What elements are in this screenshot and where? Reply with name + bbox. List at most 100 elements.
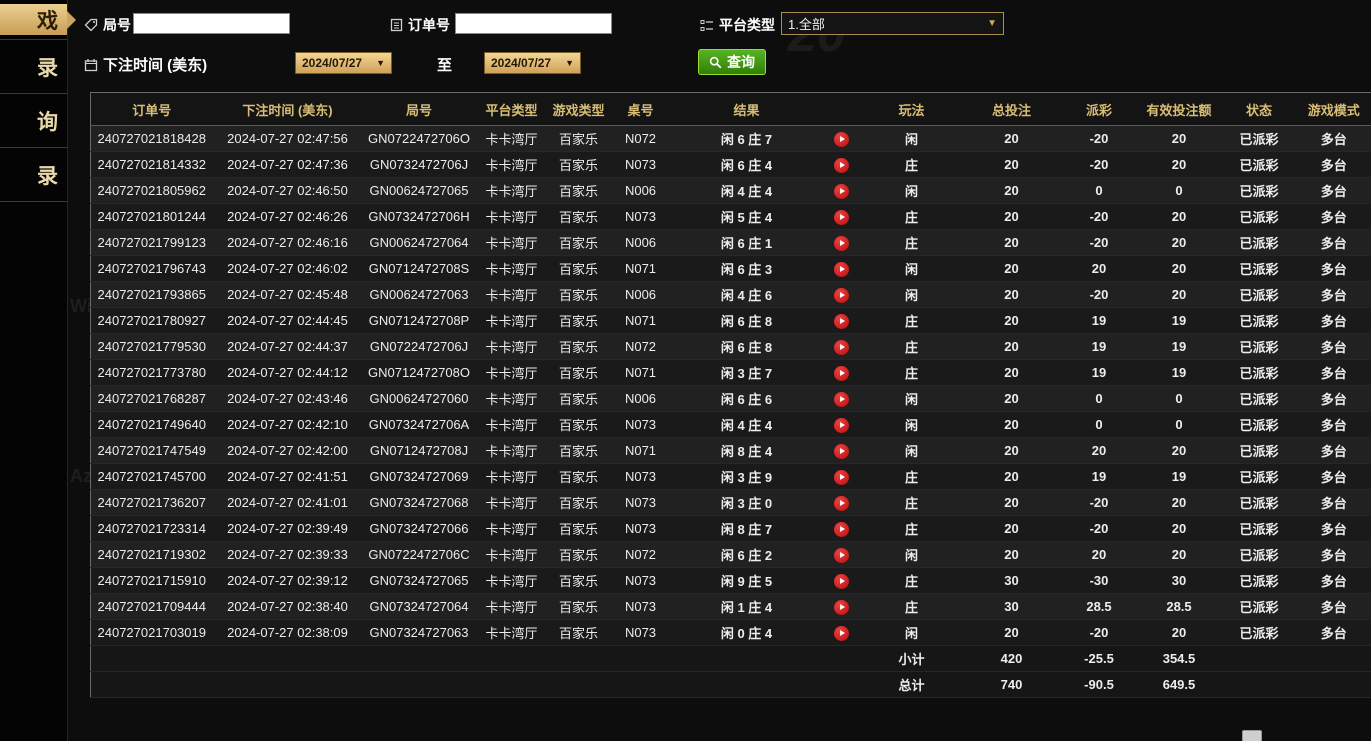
play-result-icon[interactable]	[834, 366, 849, 381]
cell-table_no: N073	[610, 204, 672, 230]
cell-mode: 多台	[1297, 568, 1371, 594]
sidebar-item-record-2[interactable]: 录	[0, 148, 67, 202]
play-result-icon[interactable]	[834, 132, 849, 147]
play-result-icon[interactable]	[834, 392, 849, 407]
cell-result: 闲 6 庄 1	[672, 230, 822, 256]
platform-type-label-group: 平台类型	[700, 15, 775, 35]
sidebar-item-query[interactable]: 询	[0, 94, 67, 148]
cell-game_type: 百家乐	[548, 412, 610, 438]
round-number-input[interactable]	[133, 13, 290, 34]
cell-wanfa: 闲	[862, 178, 962, 204]
table-row: 2407270217457002024-07-27 02:41:51GN0732…	[91, 464, 1371, 490]
cell-total_bet: 20	[962, 178, 1062, 204]
round-number-label: 局号	[103, 15, 131, 35]
cell-mode: 多台	[1297, 256, 1371, 282]
order-number-input[interactable]	[455, 13, 612, 34]
cell-mode: 多台	[1297, 490, 1371, 516]
table-row: 2407270218143322024-07-27 02:47:36GN0732…	[91, 152, 1371, 178]
cell-total_bet: 20	[962, 464, 1062, 490]
cell-status: 已派彩	[1222, 620, 1297, 646]
play-result-icon[interactable]	[834, 600, 849, 615]
subtotal-row: 小计420-25.5354.5	[91, 646, 1371, 672]
cell-platform: 卡卡湾厅	[476, 256, 548, 282]
play-result-icon[interactable]	[834, 444, 849, 459]
summary-payout: -25.5	[1062, 646, 1137, 672]
cell-game_type: 百家乐	[548, 282, 610, 308]
table-row: 2407270217809272024-07-27 02:44:45GN0712…	[91, 308, 1371, 334]
cell-order_id: 240727021779530	[91, 334, 213, 360]
play-result-icon[interactable]	[834, 236, 849, 251]
cell-game_type: 百家乐	[548, 204, 610, 230]
table-row: 2407270217193022024-07-27 02:39:33GN0722…	[91, 542, 1371, 568]
play-result-icon[interactable]	[834, 574, 849, 589]
date-from-select[interactable]: 2024/07/27 ▼	[295, 52, 392, 74]
play-result-icon[interactable]	[834, 184, 849, 199]
sidebar-item-record-1[interactable]: 录	[0, 40, 67, 94]
cell-bet_time: 2024-07-27 02:39:49	[213, 516, 363, 542]
play-result-icon[interactable]	[834, 210, 849, 225]
cell-platform: 卡卡湾厅	[476, 360, 548, 386]
cell-total_bet: 20	[962, 334, 1062, 360]
cell-valid_bet: 0	[1137, 178, 1222, 204]
cell-order_id: 240727021818428	[91, 126, 213, 152]
play-result-icon[interactable]	[834, 288, 849, 303]
play-triangle	[840, 240, 845, 246]
cell-table_no: N072	[610, 334, 672, 360]
play-result-icon[interactable]	[834, 340, 849, 355]
table-row: 2407270217991232024-07-27 02:46:16GN0062…	[91, 230, 1371, 256]
cell-wanfa: 闲	[862, 256, 962, 282]
cell-wanfa: 闲	[862, 438, 962, 464]
cell-valid_bet: 20	[1137, 516, 1222, 542]
cell-game_type: 百家乐	[548, 152, 610, 178]
play-result-icon[interactable]	[834, 262, 849, 277]
table-row: 2407270217496402024-07-27 02:42:10GN0732…	[91, 412, 1371, 438]
pager-button[interactable]	[1242, 730, 1262, 741]
date-to-select[interactable]: 2024/07/27 ▼	[484, 52, 581, 74]
cell-payout: -20	[1062, 126, 1137, 152]
cell-payout: -20	[1062, 152, 1137, 178]
play-result-icon[interactable]	[834, 496, 849, 511]
cell-bet_time: 2024-07-27 02:42:00	[213, 438, 363, 464]
table-row: 2407270217094442024-07-27 02:38:40GN0732…	[91, 594, 1371, 620]
cell-mode: 多台	[1297, 282, 1371, 308]
cell-platform: 卡卡湾厅	[476, 568, 548, 594]
table-row: 2407270217795302024-07-27 02:44:37GN0722…	[91, 334, 1371, 360]
cell-bet_time: 2024-07-27 02:38:09	[213, 620, 363, 646]
play-result-icon[interactable]	[834, 314, 849, 329]
play-result-icon[interactable]	[834, 418, 849, 433]
cell-total_bet: 20	[962, 282, 1062, 308]
cell-bet_time: 2024-07-27 02:45:48	[213, 282, 363, 308]
table-row: 2407270217233142024-07-27 02:39:49GN0732…	[91, 516, 1371, 542]
cell-wanfa: 闲	[862, 386, 962, 412]
cell-payout: 19	[1062, 308, 1137, 334]
sidebar-item-game[interactable]: 戏	[0, 0, 67, 40]
cell-valid_bet: 19	[1137, 360, 1222, 386]
cell-round_id: GN07324727069	[363, 464, 476, 490]
cell-result: 闲 4 庄 4	[672, 412, 822, 438]
play-result-icon[interactable]	[834, 548, 849, 563]
cell-valid_bet: 20	[1137, 282, 1222, 308]
search-icon	[709, 56, 722, 69]
chevron-down-icon: ▼	[565, 58, 574, 68]
cell-status: 已派彩	[1222, 542, 1297, 568]
cell-status: 已派彩	[1222, 412, 1297, 438]
cell-bet_time: 2024-07-27 02:46:16	[213, 230, 363, 256]
cell-platform: 卡卡湾厅	[476, 308, 548, 334]
play-triangle	[840, 344, 845, 350]
bet-time-label: 下注时间 (美东)	[103, 54, 207, 75]
cell-round_id: GN0722472706O	[363, 126, 476, 152]
cell-game_type: 百家乐	[548, 620, 610, 646]
cell-game_type: 百家乐	[548, 568, 610, 594]
cell-status: 已派彩	[1222, 568, 1297, 594]
play-result-icon[interactable]	[834, 522, 849, 537]
query-button[interactable]: 查询	[698, 49, 766, 75]
play-result-icon[interactable]	[834, 470, 849, 485]
play-result-icon[interactable]	[834, 158, 849, 173]
platform-type-select[interactable]: 1.全部 ▼	[781, 12, 1004, 35]
cell-total_bet: 30	[962, 568, 1062, 594]
column-header-game_type: 游戏类型	[548, 93, 610, 126]
tag-icon	[84, 18, 98, 32]
cell-mode: 多台	[1297, 360, 1371, 386]
play-result-icon[interactable]	[834, 626, 849, 641]
cell-round_id: GN0732472706H	[363, 204, 476, 230]
